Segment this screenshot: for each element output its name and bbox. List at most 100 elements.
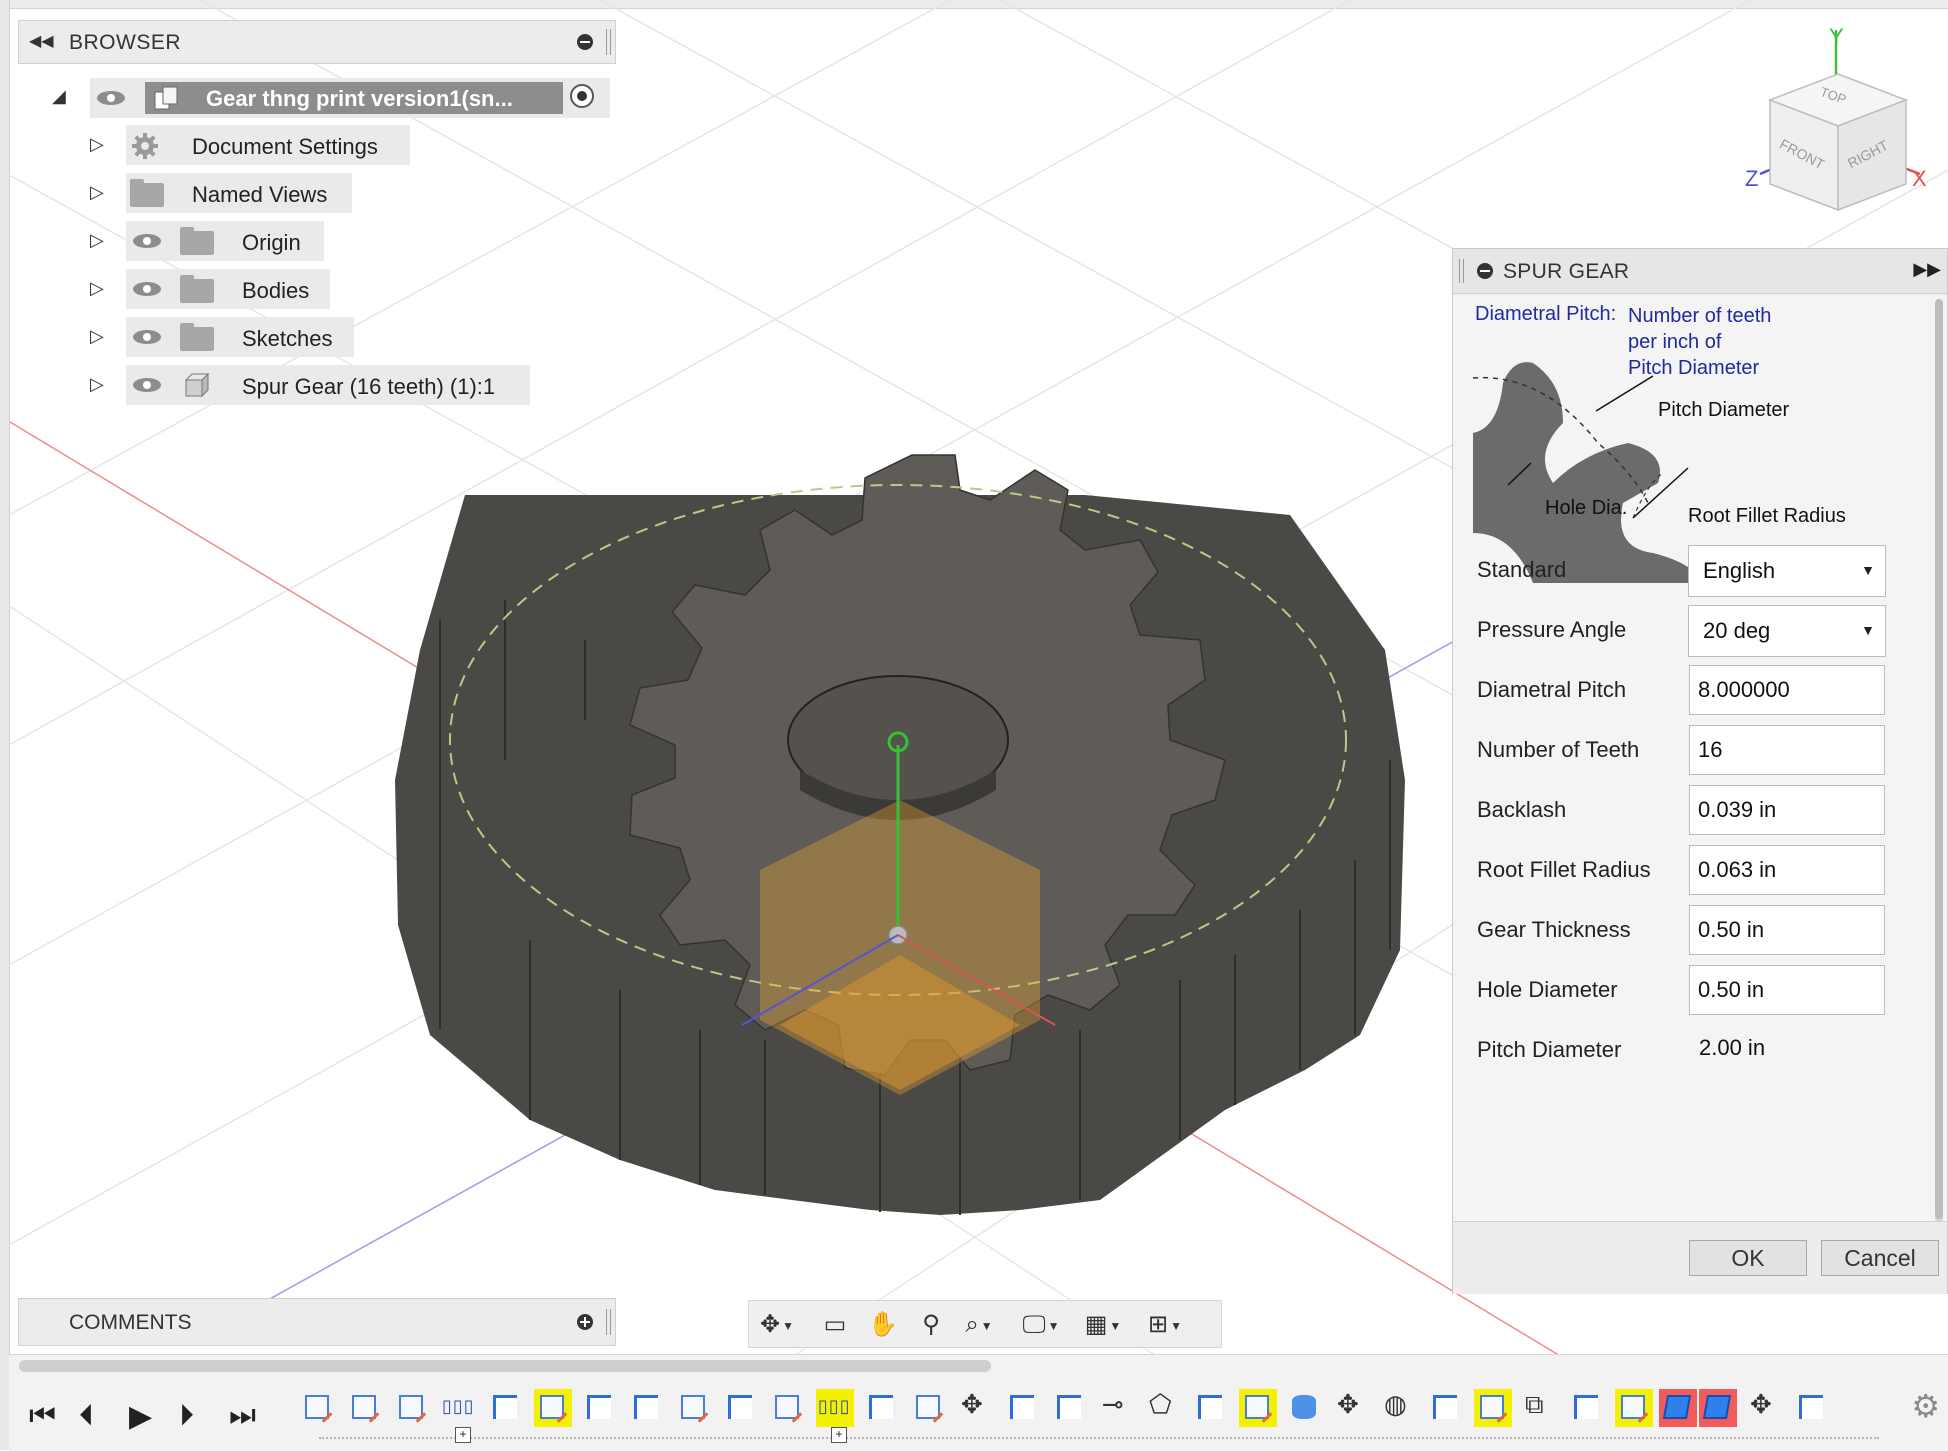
backlash-label: Backlash (1477, 797, 1567, 822)
timeline-sketch-feature[interactable] (910, 1389, 948, 1427)
orbit-button[interactable]: ✥ ▼ (753, 1309, 801, 1341)
browser-item-sketches[interactable]: Sketches (126, 317, 354, 357)
expand-icon[interactable]: ▷ (90, 326, 104, 347)
viewports-button[interactable]: ⊞ ▼ (1141, 1309, 1189, 1341)
timeline-sketch-feature[interactable] (346, 1389, 384, 1427)
timeline-shell-feature[interactable]: ⧉ (1521, 1389, 1559, 1427)
timeline-sketch-feature[interactable] (1615, 1389, 1653, 1427)
timeline-group-expand-icon[interactable]: + (831, 1427, 847, 1443)
expand-dialog-icon[interactable]: ▶▶ (1913, 259, 1941, 280)
timeline-extrude-feature[interactable] (581, 1389, 619, 1427)
extrude-icon (1010, 1395, 1034, 1419)
zoom-button[interactable]: ⚲ (907, 1309, 955, 1341)
scrollbar-thumb[interactable] (1935, 299, 1943, 1219)
eye-icon[interactable] (132, 329, 162, 345)
go-to-start-icon[interactable]: ⏮ (29, 1399, 56, 1433)
expand-icon[interactable]: ▷ (90, 374, 104, 395)
timeline-extrude-feature[interactable] (1568, 1389, 1606, 1427)
timeline-pattern-feature[interactable]: ▯▯▯ (440, 1389, 478, 1427)
pressure-angle-select[interactable]: 20 deg ▼ (1688, 605, 1886, 657)
collapse-panel-icon[interactable]: ◀◀ (29, 31, 54, 51)
timeline-settings-icon[interactable]: ⚙ (1911, 1387, 1940, 1425)
eye-icon[interactable] (132, 233, 162, 249)
timeline-move-feature[interactable]: ✥ (1333, 1389, 1371, 1427)
fit-button[interactable]: ⌕ ▼ (955, 1309, 1003, 1341)
dialog-scrollbar[interactable] (1935, 299, 1943, 1223)
browser-item-named-views[interactable]: Named Views (126, 173, 352, 213)
timeline-cylinder-feature[interactable] (1286, 1389, 1324, 1427)
number-of-teeth-input[interactable]: 16 (1689, 725, 1885, 775)
viewcube[interactable] (1759, 30, 1921, 212)
expand-icon[interactable]: ▷ (90, 278, 104, 299)
timeline-group-expand-icon[interactable]: + (455, 1427, 471, 1443)
eye-icon[interactable] (96, 90, 126, 106)
timeline-extrude-feature[interactable] (487, 1389, 525, 1427)
timeline-move-feature[interactable]: ✥ (957, 1389, 995, 1427)
hole-diameter-label: Hole Diameter (1477, 977, 1618, 1002)
browser-item-label: Document Settings (192, 134, 378, 159)
timeline-sketch-feature[interactable] (534, 1389, 572, 1427)
diametral-pitch-input[interactable]: 8.000000 (1689, 665, 1885, 715)
panel-grip-icon[interactable] (606, 29, 611, 55)
timeline-sketch-feature[interactable] (769, 1389, 807, 1427)
timeline-joint-feature[interactable]: ⊸ (1098, 1389, 1136, 1427)
root-expand-icon[interactable]: ◢ (52, 86, 66, 107)
backlash-input[interactable]: 0.039 in (1689, 785, 1885, 835)
timeline-error-feature[interactable] (1699, 1389, 1737, 1427)
joint-icon: ⊸ (1102, 1389, 1124, 1419)
timeline-component-feature[interactable]: ⬠ (1145, 1389, 1183, 1427)
cancel-button[interactable]: Cancel (1821, 1240, 1939, 1276)
minimize-icon[interactable] (577, 34, 593, 50)
add-comment-icon[interactable] (577, 1314, 593, 1330)
timeline-pattern-feature[interactable]: ▯▯▯ (816, 1389, 854, 1427)
timeline-extrude-feature[interactable] (1427, 1389, 1465, 1427)
step-back-icon[interactable]: ⏴ (79, 1399, 94, 1433)
look-at-button[interactable]: ▭ (811, 1309, 859, 1341)
expand-icon[interactable]: ▷ (90, 134, 104, 155)
panel-grip-icon[interactable] (606, 1309, 611, 1335)
step-forward-icon[interactable]: ⏵ (179, 1399, 194, 1433)
timeline-hole-feature[interactable]: ◍ (1380, 1389, 1418, 1427)
timeline-extrude-feature[interactable] (1793, 1389, 1831, 1427)
timeline-sketch-feature[interactable] (1474, 1389, 1512, 1427)
timeline-extrude-feature[interactable] (863, 1389, 901, 1427)
timeline-extrude-feature[interactable] (1192, 1389, 1230, 1427)
timeline-move-feature[interactable]: ✥ (1746, 1389, 1784, 1427)
hole-diameter-input[interactable]: 0.50 in (1689, 965, 1885, 1015)
browser-item-document-settings[interactable]: Document Settings (126, 125, 410, 165)
timeline-extrude-feature[interactable] (1051, 1389, 1089, 1427)
timeline-sketch-feature[interactable] (1239, 1389, 1277, 1427)
root-fillet-radius-input[interactable]: 0.063 in (1689, 845, 1885, 895)
activate-radio-button[interactable] (570, 84, 594, 108)
go-to-end-icon[interactable]: ⏭ (229, 1399, 256, 1433)
timeline-sketch-feature[interactable] (299, 1389, 337, 1427)
display-settings-button[interactable]: 🖵 ▼ (1017, 1309, 1065, 1341)
grid-settings-button[interactable]: ▦ ▼ (1079, 1309, 1127, 1341)
comments-panel[interactable]: COMMENTS (18, 1298, 616, 1346)
ok-button[interactable]: OK (1689, 1240, 1807, 1276)
timeline-sketch-feature[interactable] (675, 1389, 713, 1427)
timeline-sketch-feature[interactable] (393, 1389, 431, 1427)
play-icon[interactable]: ▶ (129, 1399, 152, 1434)
dialog-grip-icon[interactable] (1459, 259, 1464, 283)
browser-item-bodies[interactable]: Bodies (126, 269, 330, 309)
timeline-extrude-feature[interactable] (1004, 1389, 1042, 1427)
expand-icon[interactable]: ▷ (90, 182, 104, 203)
timeline-extrude-feature[interactable] (628, 1389, 666, 1427)
browser-panel-header[interactable]: ◀◀ BROWSER (18, 20, 616, 64)
eye-icon[interactable] (132, 281, 162, 297)
hole-icon: ◍ (1384, 1389, 1407, 1419)
navigation-toolbar: ✥ ▼ ▭ ✋ ⚲ ⌕ ▼ 🖵 ▼ ▦ ▼ ⊞ ▼ (748, 1300, 1222, 1348)
timeline-extrude-feature[interactable] (722, 1389, 760, 1427)
pan-button[interactable]: ✋ (859, 1309, 907, 1341)
dialog-header[interactable]: SPUR GEAR ▶▶ (1453, 249, 1947, 294)
expand-icon[interactable]: ▷ (90, 230, 104, 251)
collapse-dialog-icon[interactable] (1477, 263, 1493, 279)
browser-item-origin[interactable]: Origin (126, 221, 324, 261)
eye-icon[interactable] (132, 377, 162, 393)
timeline-error-feature[interactable] (1659, 1389, 1697, 1427)
timeline-scrollbar[interactable] (19, 1360, 991, 1372)
standard-select[interactable]: English ▼ (1688, 545, 1886, 597)
browser-item-spur-gear[interactable]: Spur Gear (16 teeth) (1):1 (126, 365, 530, 405)
gear-thickness-input[interactable]: 0.50 in (1689, 905, 1885, 955)
